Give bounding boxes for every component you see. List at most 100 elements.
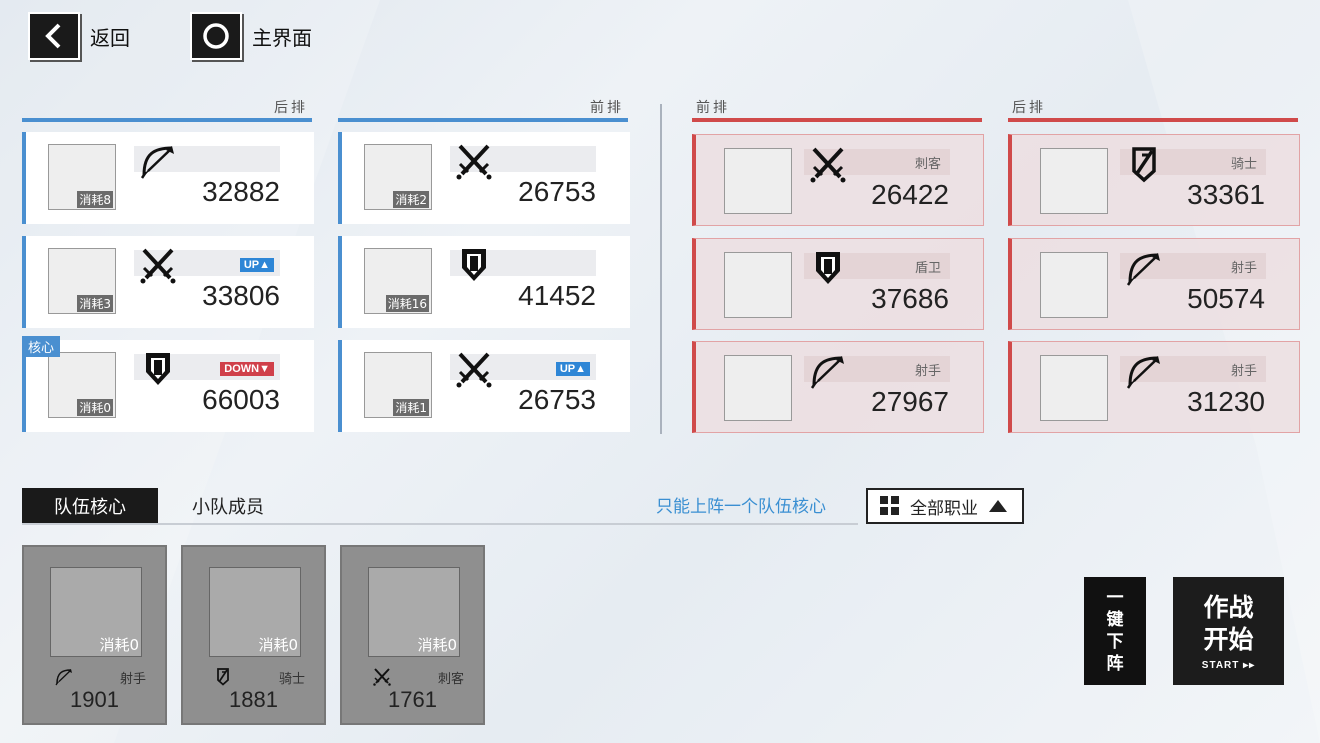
class-name: 骑士	[1230, 157, 1257, 172]
power-value: 50574	[1187, 283, 1265, 314]
ally-front-slot-3[interactable]: 消耗1 UP▲ 26753	[338, 340, 630, 432]
daggers-icon	[808, 145, 848, 183]
power-value: 33806	[202, 280, 280, 311]
power-value: 26422	[871, 179, 949, 210]
ally-back-slot-3[interactable]: 消耗0 核心 DOWN▼ 66003	[22, 336, 314, 432]
cost-label: 消耗1	[393, 399, 429, 416]
pool-unit-1[interactable]: 消耗0 射手 1901	[22, 545, 167, 725]
unit-portrait: 消耗1	[364, 352, 432, 418]
pool-unit-3[interactable]: 消耗0 刺客 1761	[340, 545, 485, 725]
divider	[660, 104, 662, 434]
knight-icon	[213, 667, 233, 686]
knight-icon	[1124, 145, 1164, 183]
ally-front-header: 前排	[338, 100, 628, 122]
one-click-unload-button[interactable]: 一 键 下 阵	[1084, 577, 1146, 685]
unit-portrait: 消耗0	[50, 567, 142, 657]
ally-back-slot-2[interactable]: 消耗3 UP▲ 33806	[22, 236, 314, 328]
power-value: 41452	[518, 280, 596, 311]
unit-portrait: 消耗0	[368, 567, 460, 657]
power-value: 1881	[229, 687, 278, 712]
bow-icon	[1124, 249, 1164, 287]
filter-label: 全部职业	[910, 498, 978, 519]
daggers-icon	[454, 142, 494, 180]
back-button[interactable]: 返回	[28, 12, 130, 60]
enemy-back-header: 后排	[1008, 100, 1298, 122]
unit-portrait	[1040, 148, 1108, 214]
daggers-icon	[454, 350, 494, 388]
enemy-back-slot-1[interactable]: 骑士 33361	[1008, 134, 1300, 226]
cost-label: 消耗0	[99, 636, 139, 654]
class-name: 射手	[914, 364, 941, 379]
pool-unit-2[interactable]: 消耗0 骑士 1881	[181, 545, 326, 725]
enemy-front-slot-2[interactable]: 盾卫 37686	[692, 238, 984, 330]
section-label: 前排	[696, 100, 730, 116]
power-value: 1901	[70, 687, 119, 712]
start-battle-button[interactable]: 作战 开始 START ▸▸	[1173, 577, 1284, 685]
class-filter-dropdown[interactable]: 全部职业	[866, 488, 1024, 524]
power-value: 32882	[202, 176, 280, 207]
class-name: 射手	[119, 672, 146, 687]
circle-icon	[190, 12, 242, 60]
class-name: 射手	[1230, 364, 1257, 379]
up-badge: UP▲	[239, 258, 274, 272]
section-label: 后排	[1012, 100, 1046, 116]
power-value: 33361	[1187, 179, 1265, 210]
bow-icon	[138, 142, 178, 180]
tab-squad-members[interactable]: 小队成员	[160, 488, 296, 524]
ally-back-slot-1[interactable]: 消耗8 32882	[22, 132, 314, 224]
home-label: 主界面	[252, 25, 312, 50]
enemy-front-header: 前排	[692, 100, 982, 122]
power-value: 27967	[871, 386, 949, 417]
bow-icon	[1124, 352, 1164, 390]
daggers-icon	[138, 246, 178, 284]
class-name: 骑士	[278, 672, 305, 687]
unload-char: 键	[1106, 610, 1124, 630]
unit-portrait	[724, 148, 792, 214]
unit-portrait: 消耗3	[48, 248, 116, 314]
unit-portrait: 消耗0	[209, 567, 301, 657]
class-name: 盾卫	[914, 261, 941, 276]
cost-label: 消耗8	[77, 191, 113, 208]
class-name: 刺客	[437, 672, 464, 687]
grid-icon	[880, 496, 899, 515]
chevron-left-icon	[28, 12, 80, 60]
back-label: 返回	[90, 25, 130, 50]
shield-icon	[808, 249, 848, 287]
power-value: 26753	[518, 176, 596, 207]
section-label: 后排	[274, 100, 308, 116]
bow-icon	[54, 667, 74, 686]
cost-label: 消耗16	[385, 295, 429, 312]
ally-front-slot-1[interactable]: 消耗2 26753	[338, 132, 630, 224]
shield-icon	[454, 246, 494, 284]
home-button[interactable]: 主界面	[190, 12, 312, 60]
unit-portrait	[724, 355, 792, 421]
unit-portrait	[1040, 355, 1108, 421]
start-label-2: 开始	[1203, 624, 1254, 654]
power-value: 37686	[871, 283, 949, 314]
power-value: 26753	[518, 384, 596, 415]
up-badge: UP▲	[555, 362, 590, 376]
enemy-front-slot-3[interactable]: 射手 27967	[692, 341, 984, 433]
unit-portrait: 消耗8	[48, 144, 116, 210]
enemy-back-slot-3[interactable]: 射手 31230	[1008, 341, 1300, 433]
unit-portrait	[1040, 252, 1108, 318]
shield-icon	[138, 350, 178, 388]
tab-underline	[22, 523, 858, 525]
core-tag: 核心	[22, 336, 61, 357]
power-value: 66003	[202, 384, 280, 415]
ally-back-header: 后排	[22, 100, 312, 122]
cost-label: 消耗2	[393, 191, 429, 208]
power-value: 31230	[1187, 386, 1265, 417]
cost-label: 消耗0	[417, 636, 457, 654]
unit-portrait: 消耗0	[48, 352, 116, 418]
unit-portrait: 消耗2	[364, 144, 432, 210]
unload-char: 下	[1106, 632, 1124, 652]
ally-front-slot-2[interactable]: 消耗16 41452	[338, 236, 630, 328]
enemy-front-slot-1[interactable]: 刺客 26422	[692, 134, 984, 226]
class-name: 刺客	[914, 157, 941, 172]
enemy-back-slot-2[interactable]: 射手 50574	[1008, 238, 1300, 330]
tab-team-core[interactable]: 队伍核心	[22, 488, 158, 524]
triangle-up-icon	[989, 500, 1007, 512]
cost-label: 消耗3	[77, 295, 113, 312]
section-label: 前排	[590, 100, 624, 116]
